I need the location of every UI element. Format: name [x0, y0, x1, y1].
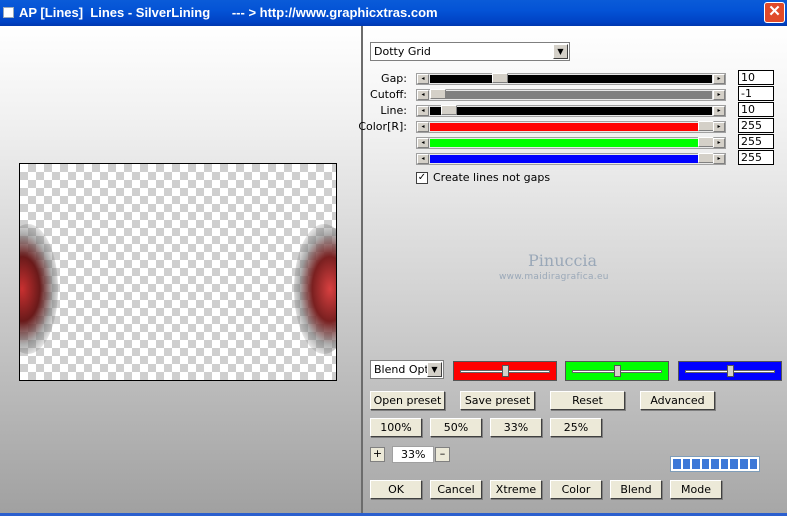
progress-bar	[670, 456, 760, 472]
preview-blob-left	[20, 224, 58, 354]
progress-segment	[692, 459, 700, 469]
blend-color-slider[interactable]	[453, 361, 557, 381]
progress-segment	[711, 459, 719, 469]
preview-blob-right	[294, 224, 336, 354]
preview-pane	[0, 26, 362, 516]
window-title: AP [Lines] Lines - SilverLining --- > ht…	[19, 5, 438, 20]
slider-label: Gap:	[381, 72, 407, 85]
progress-segment	[720, 459, 729, 469]
chevron-down-icon[interactable]: ▼	[427, 362, 442, 377]
progress-segment	[739, 459, 748, 469]
close-button[interactable]: ✕	[764, 2, 785, 23]
window-icon	[3, 7, 14, 18]
open-preset-button[interactable]: Open preset	[370, 391, 445, 410]
advanced-button[interactable]: Advanced	[640, 391, 715, 410]
zoom-50-button[interactable]: 50%	[430, 418, 482, 437]
slider-label: Color[R]:	[358, 120, 407, 133]
ok-button[interactable]: OK	[370, 480, 422, 499]
value-slider[interactable]: ◂ ▸	[416, 153, 726, 165]
slider-label: Line:	[380, 104, 407, 117]
progress-segment	[701, 459, 710, 469]
value-slider[interactable]: ◂ ▸	[416, 105, 726, 117]
title-bar: AP [Lines] Lines - SilverLining --- > ht…	[0, 0, 787, 26]
slider-label: Cutoff:	[370, 88, 407, 101]
arrow-left-icon[interactable]: ◂	[417, 122, 429, 132]
progress-segment	[749, 459, 758, 469]
progress-segment	[673, 459, 681, 469]
preset-dropdown[interactable]: Dotty Grid ▼	[370, 42, 570, 61]
arrow-right-icon[interactable]: ▸	[713, 138, 725, 148]
slider-value-field[interactable]: 255	[738, 134, 774, 149]
arrow-left-icon[interactable]: ◂	[417, 106, 429, 116]
slider-track[interactable]	[430, 123, 712, 131]
preset-value: Dotty Grid	[374, 45, 431, 58]
slider-track[interactable]	[430, 155, 712, 163]
blend-color-slider[interactable]	[565, 361, 669, 381]
zoom-25-button[interactable]: 25%	[550, 418, 602, 437]
zoom-out-button[interactable]: –	[435, 447, 450, 462]
cancel-button[interactable]: Cancel	[430, 480, 482, 499]
progress-segment	[730, 459, 738, 469]
slider-value-field[interactable]: 10	[738, 70, 774, 85]
blend-color-slider[interactable]	[678, 361, 782, 381]
slider-thumb[interactable]	[698, 153, 714, 163]
slider-track[interactable]	[430, 75, 712, 83]
arrow-right-icon[interactable]: ▸	[713, 74, 725, 84]
slider-thumb[interactable]	[492, 73, 508, 83]
zoom-in-button[interactable]: +	[370, 447, 385, 462]
slider-thumb[interactable]	[441, 105, 457, 115]
slider-track[interactable]	[430, 91, 712, 99]
blend-options-dropdown[interactable]: Blend Options ▼	[370, 360, 444, 379]
reset-button[interactable]: Reset	[550, 391, 625, 410]
xtreme-button[interactable]: Xtreme	[490, 480, 542, 499]
save-preset-button[interactable]: Save preset	[460, 391, 535, 410]
mode-button[interactable]: Mode	[670, 480, 722, 499]
zoom-value-field[interactable]: 33%	[392, 446, 434, 463]
arrow-left-icon[interactable]: ◂	[417, 138, 429, 148]
slider-value-field[interactable]: -1	[738, 86, 774, 101]
controls-pane: Dotty Grid ▼ Gap: ◂ ▸ 10 Cutoff: ◂ ▸ -1 Line: ◂ ▸ 1…	[358, 26, 787, 516]
chevron-down-icon[interactable]: ▼	[553, 44, 568, 59]
arrow-left-icon[interactable]: ◂	[417, 90, 429, 100]
slider-thumb[interactable]	[430, 89, 446, 99]
blend-slider-knob[interactable]	[502, 365, 509, 377]
preview-image	[19, 163, 337, 381]
zoom-33-button[interactable]: 33%	[490, 418, 542, 437]
slider-value-field[interactable]: 10	[738, 102, 774, 117]
value-slider[interactable]: ◂ ▸	[416, 137, 726, 149]
slider-track[interactable]	[430, 107, 712, 115]
value-slider[interactable]: ◂ ▸	[416, 73, 726, 85]
watermark-title: Pinuccia	[528, 251, 598, 270]
blend-options-value: Blend Options	[374, 363, 428, 376]
progress-segment	[682, 459, 691, 469]
value-slider[interactable]: ◂ ▸	[416, 121, 726, 133]
blend-slider-knob[interactable]	[614, 365, 621, 377]
slider-track[interactable]	[430, 139, 712, 147]
watermark-url: www.maidiragrafica.eu	[499, 272, 609, 282]
blend-button[interactable]: Blend	[610, 480, 662, 499]
arrow-left-icon[interactable]: ◂	[417, 154, 429, 164]
arrow-right-icon[interactable]: ▸	[713, 106, 725, 116]
arrow-right-icon[interactable]: ▸	[713, 154, 725, 164]
slider-value-field[interactable]: 255	[738, 150, 774, 165]
checkbox-box[interactable]: ✓	[416, 172, 428, 184]
zoom-100-button[interactable]: 100%	[370, 418, 422, 437]
slider-thumb[interactable]	[698, 121, 714, 131]
checkbox-label: Create lines not gaps	[433, 171, 551, 184]
arrow-right-icon[interactable]: ▸	[713, 90, 725, 100]
slider-thumb[interactable]	[698, 137, 714, 147]
color-button[interactable]: Color	[550, 480, 602, 499]
blend-slider-knob[interactable]	[727, 365, 734, 377]
slider-value-field[interactable]: 255	[738, 118, 774, 133]
arrow-left-icon[interactable]: ◂	[417, 74, 429, 84]
value-slider[interactable]: ◂ ▸	[416, 89, 726, 101]
arrow-right-icon[interactable]: ▸	[713, 122, 725, 132]
